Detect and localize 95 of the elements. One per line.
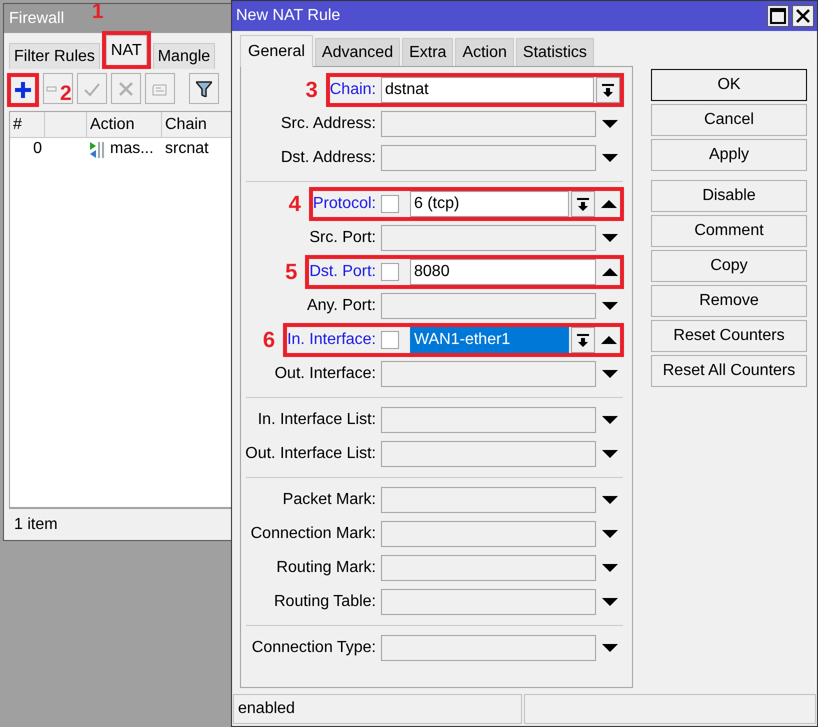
callout-number: 3 bbox=[306, 77, 318, 103]
tab[interactable]: Action bbox=[455, 38, 514, 66]
tab[interactable]: NAT bbox=[106, 35, 147, 65]
filter-button[interactable] bbox=[189, 73, 219, 104]
input-field[interactable] bbox=[381, 441, 596, 467]
dialog-button[interactable]: Reset All Counters bbox=[651, 355, 807, 387]
tab[interactable]: Filter Rules bbox=[9, 43, 100, 69]
dropdown-arrow-icon[interactable] bbox=[602, 530, 618, 538]
field-label: Connection Mark: bbox=[250, 525, 376, 543]
dialog-button[interactable]: Reset Counters bbox=[651, 320, 807, 352]
field-label: Any. Port: bbox=[306, 297, 376, 315]
dialog-button[interactable]: Apply bbox=[651, 139, 807, 171]
dropdown-button[interactable] bbox=[571, 327, 595, 353]
input-field[interactable] bbox=[381, 635, 596, 661]
callout-number: 5 bbox=[285, 259, 298, 285]
input-field[interactable] bbox=[381, 589, 596, 615]
input-field[interactable] bbox=[381, 361, 596, 387]
input-field[interactable] bbox=[381, 521, 596, 547]
field-label[interactable]: In. Interface: bbox=[287, 331, 376, 349]
dialog-button[interactable]: Comment bbox=[651, 215, 807, 247]
close-button[interactable] bbox=[792, 5, 814, 27]
status-text: enabled bbox=[233, 694, 522, 724]
cross-icon bbox=[118, 80, 134, 96]
value-field[interactable]: WAN1-ether1 bbox=[410, 327, 569, 353]
field-label: Out. Interface: bbox=[274, 365, 376, 383]
collapse-arrow-icon[interactable] bbox=[601, 200, 617, 208]
tab[interactable]: Mangle bbox=[152, 43, 216, 69]
field-label: Routing Mark: bbox=[276, 559, 376, 577]
dropdown-icon bbox=[602, 84, 614, 96]
input-field[interactable] bbox=[381, 145, 596, 171]
table-cell-text: srcnat bbox=[164, 139, 210, 159]
nat-arrows-icon bbox=[90, 140, 104, 158]
dialog-button[interactable]: OK bbox=[651, 69, 807, 101]
dropdown-arrow-icon[interactable] bbox=[602, 598, 618, 606]
input-field[interactable] bbox=[381, 407, 596, 433]
maximize-icon bbox=[770, 8, 786, 24]
dropdown-button[interactable] bbox=[596, 77, 620, 103]
input-field[interactable] bbox=[381, 487, 596, 513]
value-field[interactable]: 8080 bbox=[410, 259, 596, 285]
dropdown-arrow-icon[interactable] bbox=[602, 234, 618, 242]
maximize-button[interactable] bbox=[767, 5, 789, 27]
input-field[interactable] bbox=[381, 111, 596, 137]
field-label: In. Interface List: bbox=[258, 411, 376, 429]
field-label: Out. Interface List: bbox=[245, 445, 376, 463]
dropdown-arrow-icon[interactable] bbox=[602, 370, 618, 378]
input-field[interactable] bbox=[381, 225, 596, 251]
tab[interactable]: Statistics bbox=[516, 38, 594, 66]
negate-checkbox[interactable] bbox=[381, 195, 399, 213]
value-field[interactable]: dstnat bbox=[381, 77, 594, 103]
field-label: Src. Address: bbox=[280, 115, 376, 133]
negate-checkbox[interactable] bbox=[381, 331, 399, 349]
column-header[interactable]: # bbox=[10, 112, 45, 137]
dropdown-arrow-icon[interactable] bbox=[602, 120, 618, 128]
field-label: Connection Type: bbox=[252, 639, 376, 657]
table-cell: mas... bbox=[110, 140, 154, 158]
field-label: Packet Mark: bbox=[282, 491, 376, 509]
field-label[interactable]: Chain: bbox=[330, 81, 376, 99]
dropdown-icon bbox=[577, 198, 589, 210]
negate-checkbox[interactable] bbox=[381, 263, 399, 281]
dropdown-arrow-icon[interactable] bbox=[602, 496, 618, 504]
field-label: Dst. Address: bbox=[280, 149, 376, 167]
column-header[interactable]: Action bbox=[87, 112, 162, 137]
window-title: New NAT Rule bbox=[236, 7, 342, 25]
field-label[interactable]: Dst. Port: bbox=[309, 263, 376, 281]
plus-icon bbox=[15, 82, 31, 98]
field-label: Routing Table: bbox=[274, 593, 376, 611]
dialog-button[interactable]: Cancel bbox=[651, 104, 807, 136]
dropdown-arrow-icon[interactable] bbox=[602, 564, 618, 572]
field-label[interactable]: Protocol: bbox=[312, 195, 376, 213]
tab[interactable]: Advanced bbox=[314, 38, 400, 66]
callout-number: 6 bbox=[262, 327, 276, 353]
collapse-arrow-icon[interactable] bbox=[601, 336, 617, 344]
input-field[interactable] bbox=[381, 293, 596, 319]
callout-number: 4 bbox=[288, 191, 301, 217]
tab[interactable]: Extra bbox=[402, 38, 454, 66]
collapse-arrow-icon[interactable] bbox=[602, 268, 618, 276]
dropdown-arrow-icon[interactable] bbox=[602, 302, 618, 310]
close-icon bbox=[795, 8, 811, 24]
dropdown-arrow-icon[interactable] bbox=[602, 416, 618, 424]
tab[interactable]: General bbox=[240, 35, 313, 67]
dropdown-arrow-icon[interactable] bbox=[602, 450, 618, 458]
dropdown-button[interactable] bbox=[571, 191, 595, 217]
dropdown-arrow-icon[interactable] bbox=[602, 154, 618, 162]
dropdown-arrow-icon[interactable] bbox=[602, 644, 618, 652]
table-cell-text: 0 bbox=[32, 139, 43, 159]
field-label: Src. Port: bbox=[309, 229, 376, 247]
callout-number: 2 bbox=[60, 83, 72, 104]
dialog-button[interactable]: Remove bbox=[651, 285, 807, 317]
filter-icon bbox=[196, 80, 212, 96]
checkmark-icon bbox=[84, 80, 100, 96]
value-field[interactable]: 6 (tcp) bbox=[410, 191, 569, 217]
dropdown-icon bbox=[577, 334, 589, 346]
dialog-button[interactable]: Copy bbox=[651, 250, 807, 282]
input-field[interactable] bbox=[381, 555, 596, 581]
dialog-button[interactable]: Disable bbox=[651, 180, 807, 212]
